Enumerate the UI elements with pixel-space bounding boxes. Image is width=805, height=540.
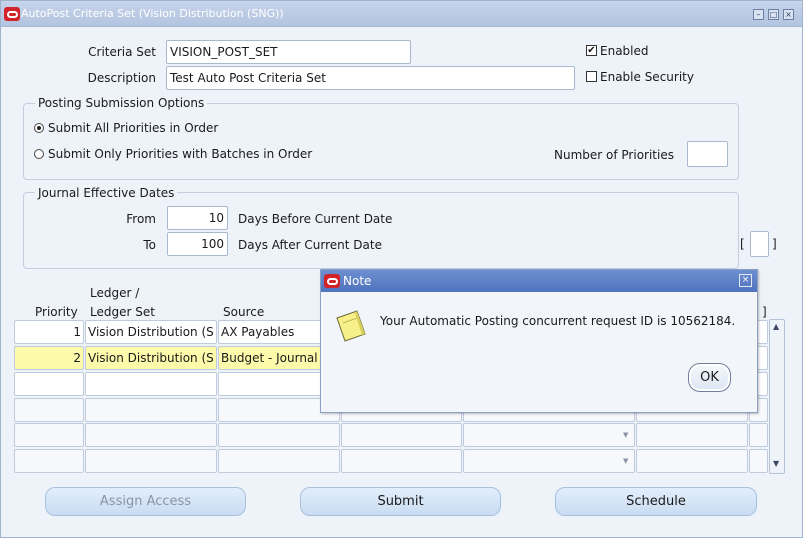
description-label: Description (87, 71, 156, 85)
row6-ledger-cell[interactable] (85, 449, 217, 473)
row6-priority-cell[interactable] (14, 449, 84, 473)
descriptive-flexfield-open-bracket: [ (740, 237, 745, 251)
from-label: From (126, 212, 156, 226)
to-suffix-label: Days After Current Date (238, 238, 382, 252)
row5-priority-cell[interactable] (14, 423, 84, 447)
scroll-down-arrow-icon[interactable]: ▼ (773, 459, 779, 468)
table-vertical-scrollbar[interactable] (769, 319, 785, 474)
row5-col5-dropdown[interactable] (463, 423, 635, 447)
row1-ledger-cell[interactable]: Vision Distribution (S (85, 320, 217, 344)
close-window-button[interactable]: × (783, 9, 794, 20)
row2-priority-cell[interactable]: 2 (14, 346, 84, 370)
row1-priority-cell[interactable]: 1 (14, 320, 84, 344)
row6-source-cell[interactable] (218, 449, 340, 473)
number-of-priorities-label: Number of Priorities (554, 148, 674, 162)
window-title: AutoPost Criteria Set (Vision Distributi… (21, 7, 284, 20)
assign-access-button[interactable]: Assign Access (45, 487, 246, 516)
header-ledger-line1: Ledger / (90, 286, 140, 300)
row5-dropdown-arrow-icon[interactable]: ▼ (623, 431, 628, 439)
enable-security-checkbox[interactable] (586, 71, 597, 82)
row6-col4-cell[interactable] (341, 449, 462, 473)
row5-source-cell[interactable] (218, 423, 340, 447)
submit-button[interactable]: Submit (300, 487, 501, 516)
criteria-set-input[interactable]: VISION_POST_SET (166, 40, 411, 64)
journal-dates-legend: Journal Effective Dates (35, 186, 178, 200)
to-days-input[interactable]: 100 (167, 232, 228, 256)
header-source: Source (223, 305, 265, 319)
descriptive-flexfield[interactable] (750, 231, 769, 257)
row5-ledger-cell[interactable] (85, 423, 217, 447)
note-dialog: Note × Your Automatic Posting concurrent… (320, 269, 758, 413)
row5-flexfield-cell[interactable] (749, 423, 768, 447)
oracle-icon (4, 7, 20, 21)
row4-ledger-cell[interactable] (85, 398, 217, 422)
submit-all-label: Submit All Priorities in Order (48, 121, 219, 135)
journal-dates-group (23, 192, 739, 269)
description-input[interactable]: Test Auto Post Criteria Set (166, 66, 575, 90)
note-dialog-titlebar[interactable]: Note × (321, 270, 757, 292)
row3-priority-cell[interactable] (14, 372, 84, 396)
header-ledger-line2: Ledger Set (90, 305, 155, 319)
row5-col6-cell[interactable] (636, 423, 748, 447)
from-suffix-label: Days Before Current Date (238, 212, 393, 226)
enable-security-label: Enable Security (600, 70, 694, 84)
window-titlebar[interactable]: AutoPost Criteria Set (Vision Distributi… (1, 1, 802, 27)
enabled-checkbox[interactable]: ✔ (586, 45, 597, 56)
schedule-button[interactable]: Schedule (555, 487, 757, 516)
posting-options-legend: Posting Submission Options (35, 96, 208, 110)
enabled-label: Enabled (600, 44, 649, 58)
oracle-icon (324, 274, 340, 288)
submit-all-radio[interactable] (34, 123, 44, 133)
number-of-priorities-field[interactable] (687, 141, 728, 167)
minimize-button[interactable]: – (753, 9, 764, 20)
row3-ledger-cell[interactable] (85, 372, 217, 396)
submit-batches-label: Submit Only Priorities with Batches in O… (48, 147, 313, 161)
maximize-button[interactable]: □ (768, 9, 779, 20)
scroll-up-arrow-icon[interactable]: ▲ (773, 322, 779, 331)
row4-priority-cell[interactable] (14, 398, 84, 422)
note-paper-icon (336, 310, 366, 342)
from-days-input[interactable]: 10 (167, 206, 228, 230)
descriptive-flexfield-close-bracket: ] (772, 237, 777, 251)
ok-button[interactable]: OK (688, 363, 731, 392)
row6-col5-dropdown[interactable] (463, 449, 635, 473)
row2-ledger-cell[interactable]: Vision Distribution (S (85, 346, 217, 370)
posting-options-group (23, 103, 739, 180)
criteria-set-label: Criteria Set (88, 45, 156, 59)
note-message: Your Automatic Posting concurrent reques… (380, 314, 736, 328)
to-label: To (143, 238, 156, 252)
note-dialog-title: Note (343, 274, 372, 288)
header-priority: Priority (35, 305, 78, 319)
submit-batches-radio[interactable] (34, 149, 44, 159)
note-close-button[interactable]: × (739, 274, 752, 287)
row6-col6-cell[interactable] (636, 449, 748, 473)
row6-flexfield-cell[interactable] (749, 449, 768, 473)
row6-dropdown-arrow-icon[interactable]: ▼ (623, 457, 628, 465)
table-flexfield-close-bracket: ] (762, 305, 767, 319)
row5-col4-cell[interactable] (341, 423, 462, 447)
